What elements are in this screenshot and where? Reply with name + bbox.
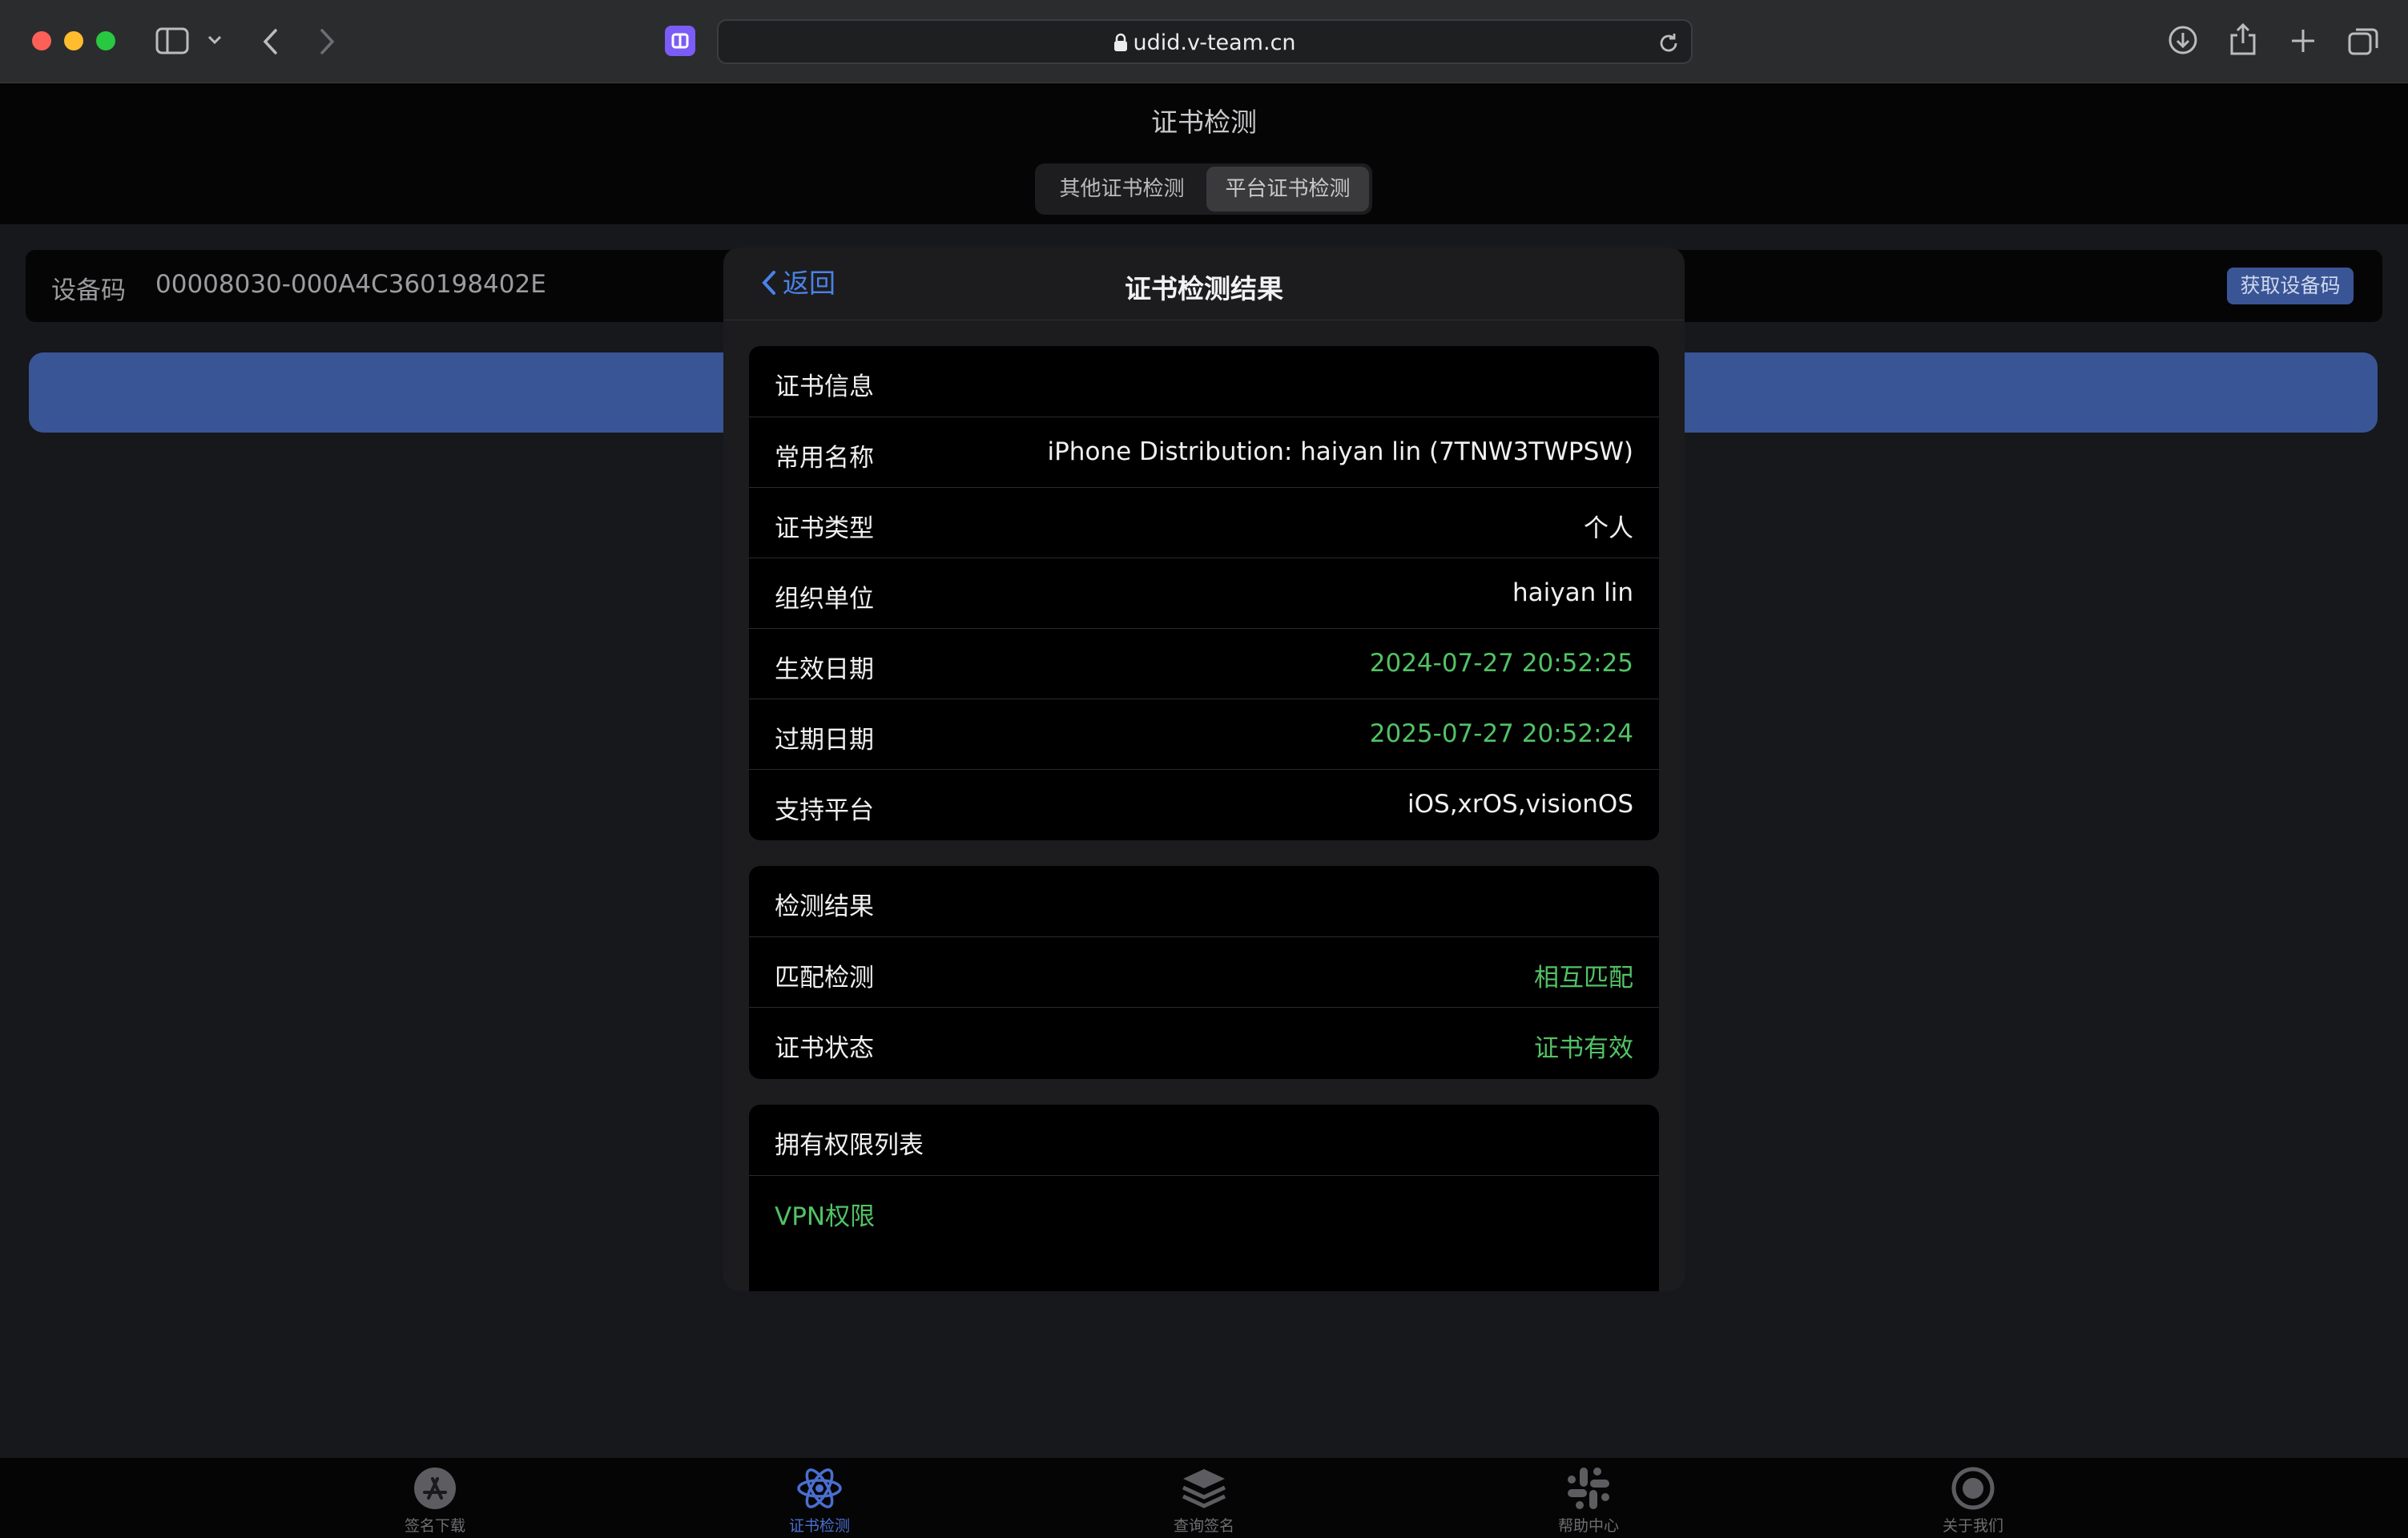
device-code-value[interactable]: 00008030-000A4C360198402E xyxy=(155,270,546,299)
download-icon[interactable] xyxy=(2168,25,2198,55)
forward-arrow-icon[interactable] xyxy=(317,27,336,56)
target-icon xyxy=(1951,1467,1995,1510)
info-row-common-name: 常用名称 iPhone Distribution: haiyan lin (7T… xyxy=(749,417,1659,487)
get-device-code-button[interactable]: 获取设备码 xyxy=(2227,268,2354,304)
row-value: 证书有效 xyxy=(1534,1034,1633,1063)
cert-result-modal: 返回 证书检测结果 证书信息 常用名称 iPhone Distribution:… xyxy=(723,248,1685,1291)
tab-label: 关于我们 xyxy=(1942,1517,2003,1535)
info-row-expiry-date: 过期日期 2025-07-27 20:52:24 xyxy=(749,699,1659,769)
tab-label: 签名下载 xyxy=(404,1517,465,1535)
tabs-overview-icon[interactable] xyxy=(2347,26,2379,56)
row-value: 2025-07-27 20:52:24 xyxy=(1369,719,1633,748)
row-value: iPhone Distribution: haiyan lin (7TNW3TW… xyxy=(1047,437,1634,466)
chevron-down-icon[interactable] xyxy=(207,34,223,46)
tab-label: 证书检测 xyxy=(788,1517,850,1535)
info-row-org-unit: 组织单位 haiyan lin xyxy=(749,558,1659,628)
section-header: 拥有权限列表 xyxy=(749,1105,1659,1175)
row-label: 常用名称 xyxy=(775,444,874,473)
info-row-effective-date: 生效日期 2024-07-27 20:52:25 xyxy=(749,628,1659,699)
device-code-label: 设备码 xyxy=(51,276,126,305)
share-icon[interactable] xyxy=(2229,22,2257,56)
slack-icon xyxy=(1568,1468,1609,1509)
result-row-match: 匹配检测 相互匹配 xyxy=(749,936,1659,1007)
row-label: 证书状态 xyxy=(775,1034,874,1063)
row-value: 相互匹配 xyxy=(1534,964,1633,992)
permissions-card: 拥有权限列表 VPN权限 xyxy=(749,1105,1659,1291)
row-label: 生效日期 xyxy=(775,655,874,684)
url-text: udid.v-team.cn xyxy=(1133,30,1296,55)
row-value: 2024-07-27 20:52:25 xyxy=(1369,649,1633,678)
segment-platform-cert-check[interactable]: 平台证书检测 xyxy=(1206,167,1369,211)
address-bar[interactable]: udid.v-team.cn xyxy=(717,19,1693,64)
tab-sign-download[interactable]: 签名下载 xyxy=(355,1458,515,1538)
row-label: 组织单位 xyxy=(775,585,874,614)
permission-item: VPN权限 xyxy=(749,1175,1659,1246)
section-title: 检测结果 xyxy=(775,892,874,921)
maximize-window-button[interactable] xyxy=(96,31,115,50)
minimize-window-button[interactable] xyxy=(64,31,83,50)
info-row-cert-type: 证书类型 个人 xyxy=(749,487,1659,558)
row-label: 支持平台 xyxy=(775,796,874,825)
tab-help-center[interactable]: 帮助中心 xyxy=(1508,1458,1669,1538)
sidebar-icon[interactable] xyxy=(155,27,189,54)
tab-label: 查询签名 xyxy=(1173,1517,1234,1535)
section-header: 检测结果 xyxy=(749,866,1659,936)
modal-title: 证书检测结果 xyxy=(1125,273,1283,304)
reload-icon[interactable] xyxy=(1657,32,1680,54)
check-result-card: 检测结果 匹配检测 相互匹配 证书状态 证书有效 xyxy=(749,866,1659,1079)
page-title: 证书检测 xyxy=(1151,107,1257,138)
row-label: 匹配检测 xyxy=(775,964,874,992)
segment-other-cert-check[interactable]: 其他证书检测 xyxy=(1038,167,1206,211)
bottom-tab-bar: 签名下载 证书检测 查询签名 帮助中心 关于我们 xyxy=(0,1458,2408,1538)
extension-icon[interactable] xyxy=(665,26,695,56)
segmented-control: 其他证书检测 平台证书检测 xyxy=(1035,163,1372,215)
info-row-platforms: 支持平台 iOS,xrOS,visionOS xyxy=(749,769,1659,839)
tab-query-signature[interactable]: 查询签名 xyxy=(1124,1458,1284,1538)
row-value: iOS,xrOS,visionOS xyxy=(1407,790,1633,819)
row-label: 过期日期 xyxy=(775,726,874,755)
back-arrow-icon[interactable] xyxy=(261,27,280,56)
new-tab-icon[interactable] xyxy=(2289,27,2317,54)
row-value: 个人 xyxy=(1584,514,1633,543)
row-label: 证书类型 xyxy=(775,514,874,543)
section-title: 拥有权限列表 xyxy=(775,1131,924,1160)
browser-toolbar: udid.v-team.cn xyxy=(0,0,2408,83)
row-value: haiyan lin xyxy=(1512,578,1633,607)
tab-label: 帮助中心 xyxy=(1557,1517,1619,1535)
permission-label: VPN权限 xyxy=(775,1202,876,1231)
section-title: 证书信息 xyxy=(775,372,874,401)
section-header: 证书信息 xyxy=(749,346,1659,417)
tab-about-us[interactable]: 关于我们 xyxy=(1893,1458,2053,1538)
modal-header: 返回 证书检测结果 xyxy=(723,248,1685,320)
layers-icon xyxy=(1182,1469,1226,1508)
tab-cert-check[interactable]: 证书检测 xyxy=(739,1458,900,1538)
lock-icon xyxy=(1114,33,1128,51)
result-row-status: 证书状态 证书有效 xyxy=(749,1007,1659,1077)
app-store-icon xyxy=(414,1468,456,1509)
atom-icon xyxy=(797,1468,842,1508)
cert-info-card: 证书信息 常用名称 iPhone Distribution: haiyan li… xyxy=(749,346,1659,840)
page-header: 证书检测 其他证书检测 平台证书检测 xyxy=(0,83,2408,224)
close-window-button[interactable] xyxy=(32,31,51,50)
